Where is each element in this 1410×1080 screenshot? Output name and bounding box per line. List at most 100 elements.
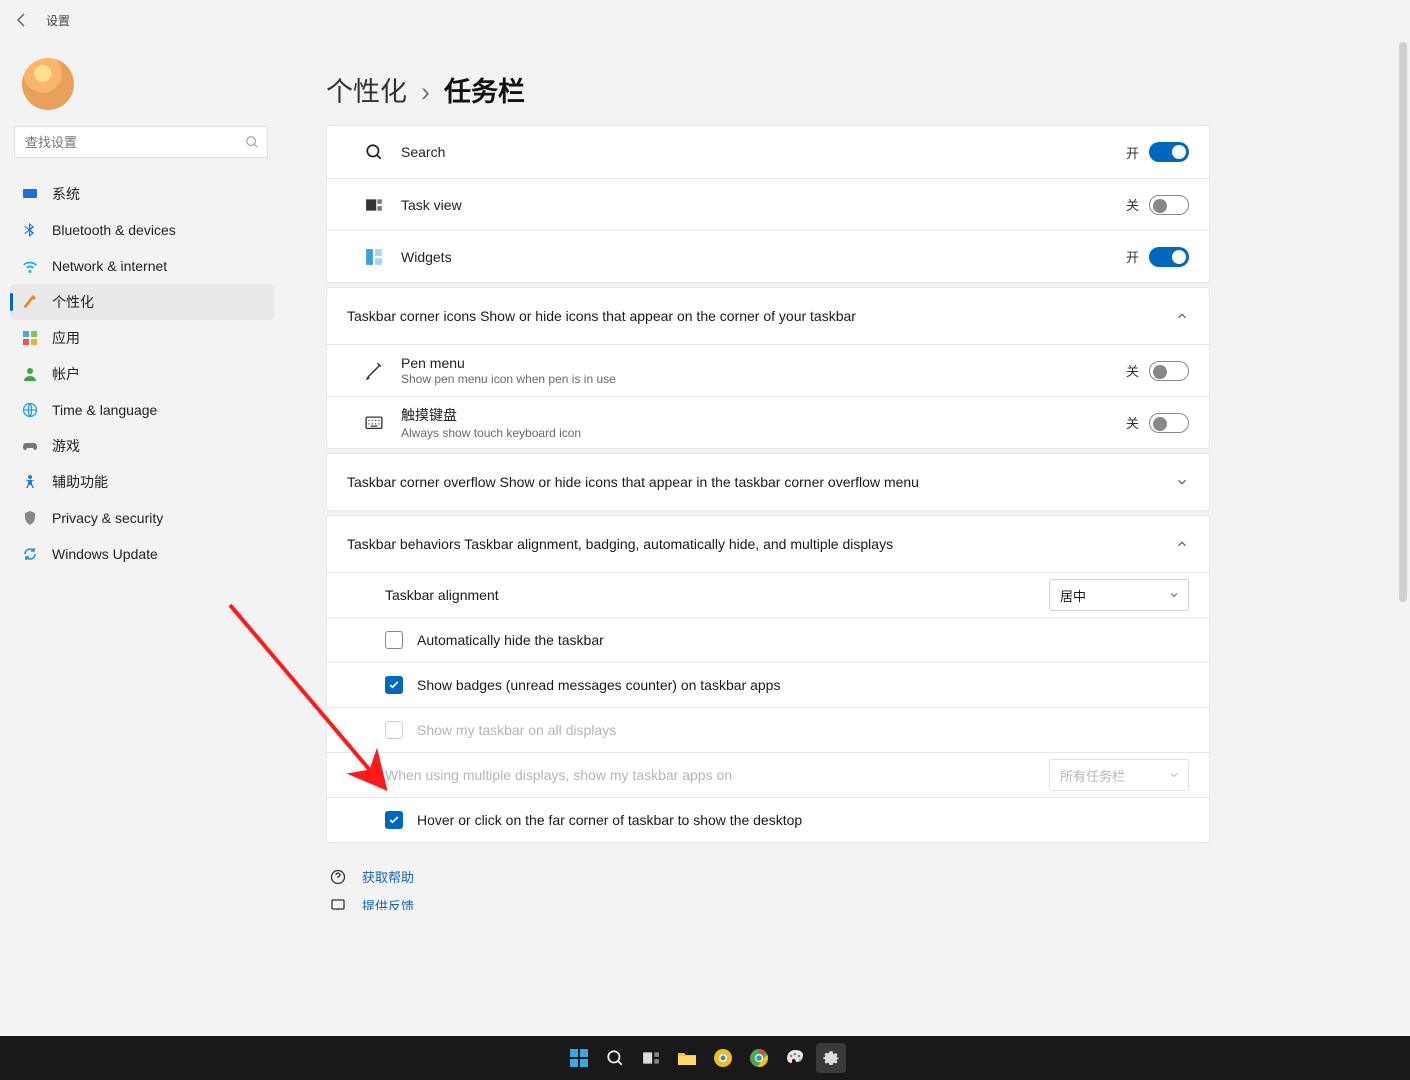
breadcrumb: 个性化 › 任务栏 — [326, 70, 1210, 109]
sidebar-item-time-language[interactable]: Time & language — [10, 392, 274, 428]
section-header-behaviors[interactable]: Taskbar behaviors Taskbar alignment, bad… — [327, 516, 1209, 572]
help-links: 获取帮助 提供反馈 — [326, 867, 1210, 910]
link-label: 获取帮助 — [362, 867, 414, 886]
sidebar-item-accounts[interactable]: 帐户 — [10, 356, 274, 392]
search-icon — [245, 135, 259, 149]
scrollbar[interactable] — [1394, 42, 1410, 912]
select-value: 所有任务栏 — [1060, 766, 1125, 785]
widgets-icon — [365, 248, 383, 266]
toggle-pen-menu[interactable] — [1149, 361, 1189, 381]
toggle-taskview[interactable] — [1149, 195, 1189, 215]
row-hover-corner[interactable]: Hover or click on the far corner of task… — [327, 797, 1209, 842]
sidebar-item-gaming[interactable]: 游戏 — [10, 428, 274, 464]
row-auto-hide[interactable]: Automatically hide the taskbar — [327, 617, 1209, 662]
avatar[interactable] — [22, 58, 74, 110]
row-sublabel: Always show touch keyboard icon — [401, 426, 1126, 440]
apps-icon — [22, 330, 38, 346]
person-icon — [22, 366, 38, 382]
chevron-down-icon — [1175, 475, 1189, 489]
search-icon — [365, 143, 383, 161]
taskbar-taskview-button[interactable] — [636, 1043, 666, 1073]
sidebar-item-label: Network & internet — [52, 258, 167, 274]
checkbox-auto-hide[interactable] — [385, 631, 403, 649]
toggle-widgets[interactable] — [1149, 247, 1189, 267]
wifi-icon — [22, 258, 38, 274]
row-label: Task view — [401, 197, 462, 213]
taskbar-chrome-button[interactable] — [744, 1043, 774, 1073]
select-value: 居中 — [1060, 586, 1086, 605]
section-subtitle: Show or hide icons that appear on the co… — [480, 308, 856, 324]
select-alignment[interactable]: 居中 — [1049, 579, 1189, 611]
shield-icon — [22, 510, 38, 526]
content: 个性化 › 任务栏 Search 开 Task view 关 Wid — [300, 40, 1410, 910]
sidebar-item-label: 游戏 — [52, 436, 80, 456]
row-search: Search 开 — [327, 126, 1209, 178]
chevron-right-icon: › — [421, 77, 430, 108]
section-header-corner-icons[interactable]: Taskbar corner icons Show or hide icons … — [327, 288, 1209, 344]
sidebar-item-network[interactable]: Network & internet — [10, 248, 274, 284]
chevron-down-icon — [1168, 769, 1180, 781]
row-alignment: Taskbar alignment 居中 — [327, 572, 1209, 617]
sidebar-item-bluetooth[interactable]: Bluetooth & devices — [10, 212, 274, 248]
search-input[interactable] — [23, 134, 245, 151]
checkbox-all-displays — [385, 721, 403, 739]
help-icon — [330, 869, 346, 885]
link-feedback[interactable]: 提供反馈 — [330, 896, 1210, 910]
row-label: When using multiple displays, show my ta… — [385, 767, 1049, 783]
taskbar-start-button[interactable] — [564, 1043, 594, 1073]
row-label: 触摸键盘 — [401, 405, 1126, 425]
card-corner-icons: Taskbar corner icons Show or hide icons … — [326, 287, 1210, 449]
breadcrumb-parent[interactable]: 个性化 — [326, 70, 407, 109]
toggle-touch-keyboard[interactable] — [1149, 413, 1189, 433]
back-icon[interactable] — [14, 12, 30, 28]
row-pen-menu: Pen menu Show pen menu icon when pen is … — [327, 344, 1209, 396]
row-label: Show badges (unread messages counter) on… — [417, 677, 1189, 693]
sidebar-item-label: 个性化 — [52, 292, 94, 312]
taskbar-search-button[interactable] — [600, 1043, 630, 1073]
link-get-help[interactable]: 获取帮助 — [330, 867, 1210, 886]
card-corner-overflow: Taskbar corner overflow Show or hide ico… — [326, 453, 1210, 511]
window-title: 设置 — [46, 12, 70, 29]
row-all-displays: Show my taskbar on all displays — [327, 707, 1209, 752]
search-input-wrapper[interactable] — [14, 126, 268, 158]
sidebar: 系统 Bluetooth & devices Network & interne… — [0, 40, 300, 910]
chevron-down-icon — [1168, 589, 1180, 601]
toggle-state-label: 开 — [1126, 247, 1139, 266]
row-label: Taskbar alignment — [385, 587, 1049, 603]
titlebar: 设置 — [0, 0, 1410, 40]
row-label: Pen menu — [401, 355, 1126, 371]
taskbar-settings-button[interactable] — [816, 1043, 846, 1073]
sidebar-item-windows-update[interactable]: Windows Update — [10, 536, 274, 572]
section-title: Taskbar corner overflow — [347, 474, 496, 490]
taskbar-paint-button[interactable] — [780, 1043, 810, 1073]
toggle-state-label: 关 — [1126, 195, 1139, 214]
breadcrumb-current: 任务栏 — [444, 70, 525, 109]
sidebar-item-apps[interactable]: 应用 — [10, 320, 274, 356]
card-taskbar-items: Search 开 Task view 关 Widgets 开 — [326, 125, 1210, 283]
toggle-state-label: 关 — [1126, 413, 1139, 432]
row-label: Automatically hide the taskbar — [417, 632, 1189, 648]
row-label: Widgets — [401, 249, 452, 265]
accessibility-icon — [22, 474, 38, 490]
taskbar-chrome-canary-button[interactable] — [708, 1043, 738, 1073]
gamepad-icon — [22, 438, 38, 454]
sidebar-item-privacy[interactable]: Privacy & security — [10, 500, 274, 536]
chevron-up-icon — [1175, 309, 1189, 323]
nav-list: 系统 Bluetooth & devices Network & interne… — [4, 176, 280, 572]
sidebar-item-system[interactable]: 系统 — [10, 176, 274, 212]
row-label: Search — [401, 144, 445, 160]
section-header-overflow[interactable]: Taskbar corner overflow Show or hide ico… — [327, 454, 1209, 510]
row-sublabel: Show pen menu icon when pen is in use — [401, 372, 1126, 386]
sidebar-item-personalization[interactable]: 个性化 — [10, 284, 274, 320]
sidebar-item-label: Windows Update — [52, 546, 158, 562]
chevron-up-icon — [1175, 537, 1189, 551]
sidebar-item-accessibility[interactable]: 辅助功能 — [10, 464, 274, 500]
toggle-state-label: 关 — [1126, 361, 1139, 380]
checkbox-hover-corner[interactable] — [385, 811, 403, 829]
row-badges[interactable]: Show badges (unread messages counter) on… — [327, 662, 1209, 707]
toggle-state-label: 开 — [1126, 143, 1139, 162]
toggle-search[interactable] — [1149, 142, 1189, 162]
row-multi-where: When using multiple displays, show my ta… — [327, 752, 1209, 797]
taskbar-explorer-button[interactable] — [672, 1043, 702, 1073]
checkbox-badges[interactable] — [385, 676, 403, 694]
